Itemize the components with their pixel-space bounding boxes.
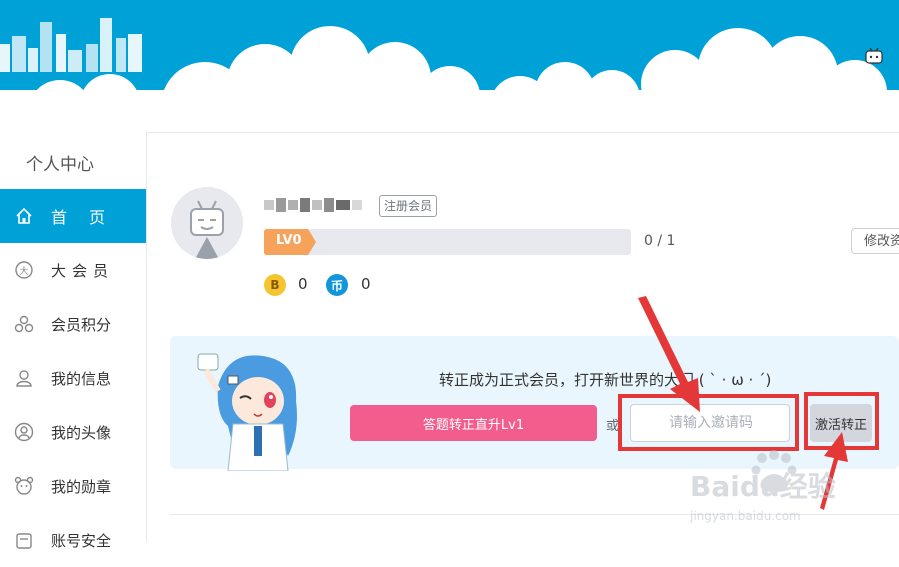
mascot-illustration — [197, 353, 297, 471]
watermark-brand: Baidu经验 — [690, 470, 836, 503]
tv-mascot-icon[interactable] — [864, 46, 884, 66]
quiz-upgrade-button[interactable]: 答题转正直升Lv1 — [350, 405, 597, 441]
sidebar-item-label: 我的信息 — [51, 369, 112, 388]
invitation-code-input[interactable] — [630, 404, 790, 442]
or-separator: 或 — [606, 419, 620, 434]
avatar[interactable] — [171, 187, 243, 259]
default-avatar-icon — [171, 187, 243, 259]
level-badge: LV0 — [264, 229, 316, 255]
points-icon — [13, 313, 35, 335]
level-progress-bar — [264, 229, 631, 255]
watermark-url: jingyan.baidu.com — [690, 509, 801, 523]
coin-count: 0 — [361, 275, 371, 293]
section-divider — [170, 514, 899, 515]
header-banner — [0, 0, 899, 97]
sidebar-item-points[interactable]: 会员积分 — [0, 297, 146, 351]
sidebar-item-medal[interactable]: 我的勋章 — [0, 459, 146, 513]
register-badge: 注册会员 — [379, 195, 438, 217]
svg-text:大: 大 — [19, 265, 28, 277]
sidebar-item-vip[interactable]: 大 大会员 — [0, 243, 146, 297]
username-pixelated — [264, 198, 362, 212]
user-icon — [13, 367, 35, 389]
sidebar-item-label: 首页 — [51, 208, 128, 227]
level-text: LV0 — [276, 233, 302, 248]
sidebar: 个人中心 首页 大 大会员 会员积分 我的信息 我的头像 我的勋章 账号安全 — [0, 132, 147, 550]
bilibili-logo — [0, 18, 142, 72]
sidebar-item-label: 我的头像 — [51, 423, 112, 442]
sidebar-item-security[interactable]: 账号安全 — [0, 513, 146, 567]
avatar-icon — [13, 421, 35, 443]
security-icon — [13, 529, 35, 551]
sidebar-item-avatar[interactable]: 我的头像 — [0, 405, 146, 459]
promotion-text: 转正成为正式会员，打开新世界的大门 ( ` · ω · ´) — [439, 371, 772, 389]
sidebar-title: 个人中心 — [26, 155, 94, 175]
home-icon — [13, 205, 35, 227]
sidebar-item-label: 账号安全 — [51, 531, 112, 550]
exp-counter: 0 / 1 — [644, 233, 676, 249]
sidebar-item-label: 我的勋章 — [51, 477, 112, 496]
edit-profile-button[interactable]: 修改资 — [851, 228, 899, 254]
sidebar-item-label: 大会员 — [51, 261, 115, 280]
sidebar-item-info[interactable]: 我的信息 — [0, 351, 146, 405]
sidebar-item-home[interactable]: 首页 — [0, 189, 146, 243]
activate-button[interactable]: 激活转正 — [810, 404, 872, 442]
vip-icon: 大 — [13, 259, 35, 281]
b-coin-count: 0 — [298, 275, 308, 293]
coin-icon: 币 — [326, 274, 348, 296]
sidebar-item-label: 会员积分 — [51, 315, 112, 334]
header-strip — [0, 97, 899, 133]
medal-icon — [13, 475, 35, 497]
b-coin-icon: B — [264, 274, 286, 296]
